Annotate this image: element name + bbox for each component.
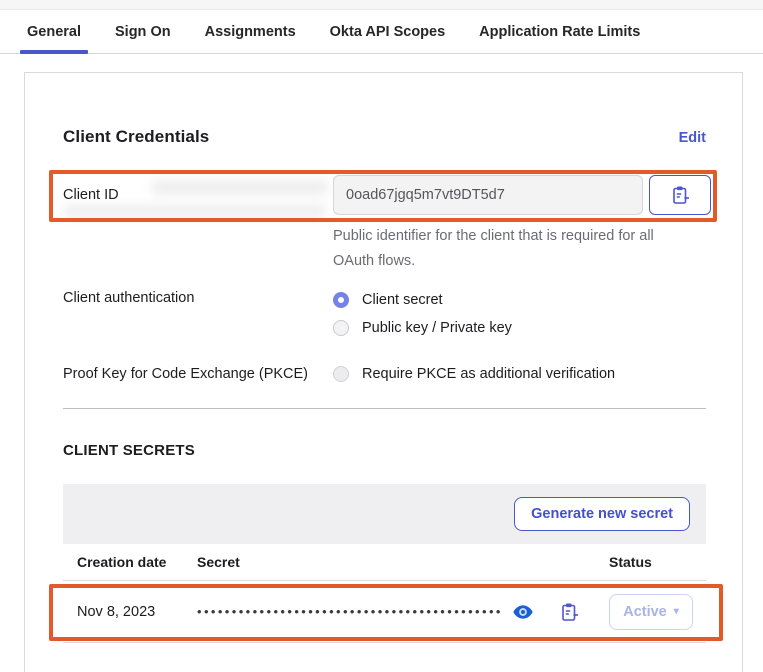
client-credentials-card: Client Credentials Edit Client ID (24, 72, 743, 672)
caret-down-icon: ▾ (674, 607, 679, 617)
reveal-secret-button[interactable] (513, 605, 533, 619)
credentials-header: Client Credentials Edit (63, 127, 706, 147)
pkce-option-label: Require PKCE as additional verification (362, 366, 615, 382)
client-id-help-text: Public identifier for the client that is… (333, 224, 667, 274)
client-secrets-toolbar: Generate new secret (63, 484, 706, 544)
copy-secret-button[interactable] (559, 602, 579, 622)
tab-assignments[interactable]: Assignments (205, 10, 296, 53)
status-label: Active (623, 604, 667, 620)
tab-sign-on[interactable]: Sign On (115, 10, 171, 53)
pkce-label: Proof Key for Code Exchange (PKCE) (63, 366, 333, 382)
pkce-row: Proof Key for Code Exchange (PKCE) Requi… (63, 364, 706, 384)
edit-link[interactable]: Edit (679, 130, 706, 146)
pkce-checkbox-option[interactable]: Require PKCE as additional verification (333, 364, 615, 384)
radio-public-private-key[interactable]: Public key / Private key (333, 318, 512, 338)
secret-table-row: Nov 8, 2023 ••••••••••••••••••••••••••••… (63, 581, 706, 643)
client-id-row: Client ID (63, 175, 706, 215)
header-creation-date: Creation date (63, 554, 197, 570)
secret-cell: ••••••••••••••••••••••••••••••••••••••••… (197, 602, 609, 622)
eye-icon (513, 605, 533, 619)
client-authentication-row: Client authentication Client secret Publ… (63, 290, 706, 338)
radio-unselected-icon[interactable] (333, 320, 349, 336)
client-secrets-title: CLIENT SECRETS (63, 442, 706, 459)
app-screen: General Sign On Assignments Okta API Sco… (0, 0, 763, 672)
secrets-table-header: Creation date Secret Status (63, 544, 706, 581)
radio-client-secret-label: Client secret (362, 292, 443, 308)
checkbox-unchecked-icon[interactable] (333, 366, 349, 382)
section-title: Client Credentials (63, 127, 209, 147)
tab-okta-api-scopes[interactable]: Okta API Scopes (330, 10, 446, 53)
clipboard-copy-icon (670, 185, 690, 205)
generate-new-secret-button[interactable]: Generate new secret (514, 497, 690, 531)
tab-application-rate-limits[interactable]: Application Rate Limits (479, 10, 640, 53)
client-authentication-label: Client authentication (63, 290, 333, 338)
header-secret: Secret (197, 554, 609, 570)
section-divider (63, 408, 706, 409)
tab-general[interactable]: General (27, 10, 81, 53)
clipboard-copy-icon (559, 602, 579, 622)
radio-client-secret[interactable]: Client secret (333, 290, 512, 310)
top-strip (0, 0, 763, 10)
secret-creation-date: Nov 8, 2023 (63, 604, 197, 620)
status-cell: Active ▾ (609, 594, 706, 630)
masked-secret-value: ••••••••••••••••••••••••••••••••••••••••… (197, 604, 503, 619)
client-id-input[interactable] (333, 175, 643, 215)
radio-public-private-key-label: Public key / Private key (362, 320, 512, 336)
client-id-input-group (333, 175, 711, 215)
status-dropdown-button[interactable]: Active ▾ (609, 594, 693, 630)
tab-bar: General Sign On Assignments Okta API Sco… (0, 10, 763, 54)
client-authentication-options: Client secret Public key / Private key (333, 290, 512, 338)
header-status: Status (609, 554, 706, 570)
copy-client-id-button[interactable] (649, 175, 711, 215)
radio-selected-icon[interactable] (333, 292, 349, 308)
client-id-label: Client ID (63, 187, 333, 203)
